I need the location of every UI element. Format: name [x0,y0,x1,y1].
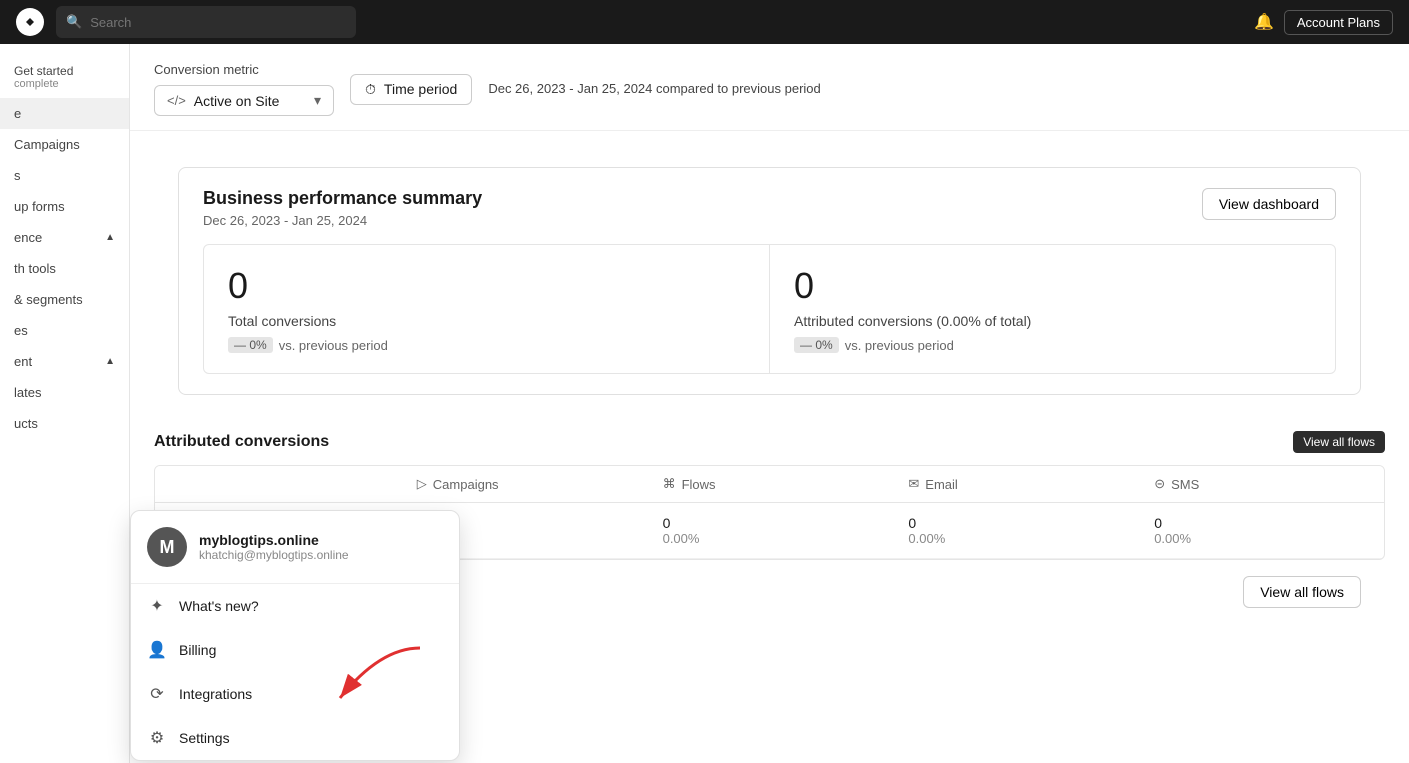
conversion-metric-label: Conversion metric [154,62,334,77]
chevron-down-icon: ▾ [314,92,321,109]
sidebar-item-signup-forms[interactable]: up forms [0,191,129,222]
attributed-conversions-label: Attributed conversions (0.00% of total) [794,313,1311,329]
view-dashboard-button[interactable]: View dashboard [1202,188,1336,220]
settings-icon: ⚙ [147,728,167,748]
table-header: ▷ Campaigns ⌘ Flows ✉ Email ⊝ SMS [155,466,1384,503]
sidebar-item-profiles[interactable]: es [0,315,129,346]
change-badge-2: — 0% [794,337,839,353]
summary-header: Business performance summary Dec 26, 202… [203,188,1336,228]
dash-icon: — [234,338,249,352]
menu-item-whats-new[interactable]: ✦ What's new? [131,584,459,628]
sidebar-item-content[interactable]: ent ▲ [0,346,129,377]
menu-item-settings[interactable]: ⚙ Settings [131,716,459,760]
cell-sms: 0 0.00% [1138,503,1384,558]
menu-item-billing[interactable]: 👤 Billing [131,628,459,672]
vs-text: vs. previous period [279,338,388,353]
col-header-channel [155,466,401,502]
account-plans-button[interactable]: Account Plans [1284,10,1393,35]
vs-text-2: vs. previous period [845,338,954,353]
user-info: myblogtips.online khatchig@myblogtips.on… [199,532,349,562]
sidebar-item-growth-tools[interactable]: th tools [0,253,129,284]
time-period-label: Time period [384,81,457,97]
sidebar-item-templates[interactable]: lates [0,377,129,408]
menu-item-integrations[interactable]: ⟳ Integrations [131,672,459,716]
user-popup-header: M myblogtips.online khatchig@myblogtips.… [131,511,459,584]
attributed-conversions-value: 0 [794,265,1311,307]
attributed-header: Attributed conversions View all flows [154,415,1385,465]
sidebar-item-lists-segments[interactable]: & segments [0,284,129,315]
billing-label: Billing [179,642,216,658]
integrations-icon: ⟳ [147,684,167,704]
view-all-flows-button-bottom[interactable]: View all flows [1243,576,1361,608]
campaigns-icon: ▷ [417,476,427,492]
top-navigation: 🔍 🔔 Account Plans [0,0,1409,44]
nav-right-actions: 🔔 Account Plans [1254,10,1393,35]
whats-new-label: What's new? [179,598,259,614]
notifications-icon[interactable]: 🔔 [1254,12,1274,32]
search-bar[interactable]: 🔍 [56,6,356,38]
sidebar-item-campaigns[interactable]: Campaigns [0,129,129,160]
email-icon: ✉ [908,476,919,492]
view-all-flows-tooltip: View all flows [1293,431,1385,453]
user-popup: M myblogtips.online khatchig@myblogtips.… [130,510,460,761]
cell-flows: 0 0.00% [647,503,893,558]
sidebar-item-get-started[interactable]: Get started complete [0,56,129,98]
sidebar-item-intelligence[interactable]: ence ▲ [0,222,129,253]
col-header-flows: ⌘ Flows [647,466,893,502]
conversion-metric-section: Conversion metric </> Active on Site ▾ [154,62,334,116]
search-icon: 🔍 [66,14,82,30]
chevron-up-icon-2: ▲ [105,356,115,367]
time-period-button[interactable]: ⏱ Time period [350,74,472,105]
attributed-conversions-metric: 0 Attributed conversions (0.00% of total… [770,245,1335,373]
whats-new-icon: ✦ [147,596,167,616]
billing-icon: 👤 [147,640,167,660]
sms-icon: ⊝ [1154,476,1165,492]
business-summary-card: Business performance summary Dec 26, 202… [178,167,1361,395]
change-badge: — 0% [228,337,273,353]
cell-email: 0 0.00% [892,503,1138,558]
metric-selector-value: Active on Site [194,93,280,109]
date-range-text: Dec 26, 2023 - Jan 25, 2024 compared to … [488,79,820,99]
chevron-up-icon: ▲ [105,232,115,243]
search-input[interactable] [90,15,346,30]
avatar: M [147,527,187,567]
col-header-email: ✉ Email [892,466,1138,502]
timer-icon: ⏱ [365,81,376,98]
summary-title: Business performance summary [203,188,482,209]
sidebar-item-home[interactable]: e [0,98,129,129]
code-icon: </> [167,93,186,108]
total-conversions-metric: 0 Total conversions — 0% vs. previous pe… [204,245,770,373]
dash-icon-2: — [800,338,815,352]
attributed-title: Attributed conversions [154,433,329,451]
attributed-conversions-change: — 0% vs. previous period [794,337,1311,353]
total-conversions-label: Total conversions [228,313,745,329]
total-conversions-change: — 0% vs. previous period [228,337,745,353]
user-name: myblogtips.online [199,532,349,548]
conversion-metric-selector[interactable]: </> Active on Site ▾ [154,85,334,116]
summary-date: Dec 26, 2023 - Jan 25, 2024 [203,213,482,228]
summary-title-group: Business performance summary Dec 26, 202… [203,188,482,228]
user-email: khatchig@myblogtips.online [199,548,349,562]
app-logo [16,8,44,36]
sidebar-item-products[interactable]: ucts [0,408,129,439]
integrations-label: Integrations [179,686,252,702]
summary-section: Business performance summary Dec 26, 202… [130,131,1409,395]
col-header-campaigns: ▷ Campaigns [401,466,647,502]
conversion-metric-bar: Conversion metric </> Active on Site ▾ ⏱… [130,44,1409,131]
settings-label: Settings [179,730,230,746]
sidebar-item-flows[interactable]: s [0,160,129,191]
flows-icon: ⌘ [663,476,676,492]
sidebar: Get started complete e Campaigns s up fo… [0,44,130,763]
col-header-sms: ⊝ SMS [1138,466,1384,502]
total-conversions-value: 0 [228,265,745,307]
metrics-row: 0 Total conversions — 0% vs. previous pe… [203,244,1336,374]
